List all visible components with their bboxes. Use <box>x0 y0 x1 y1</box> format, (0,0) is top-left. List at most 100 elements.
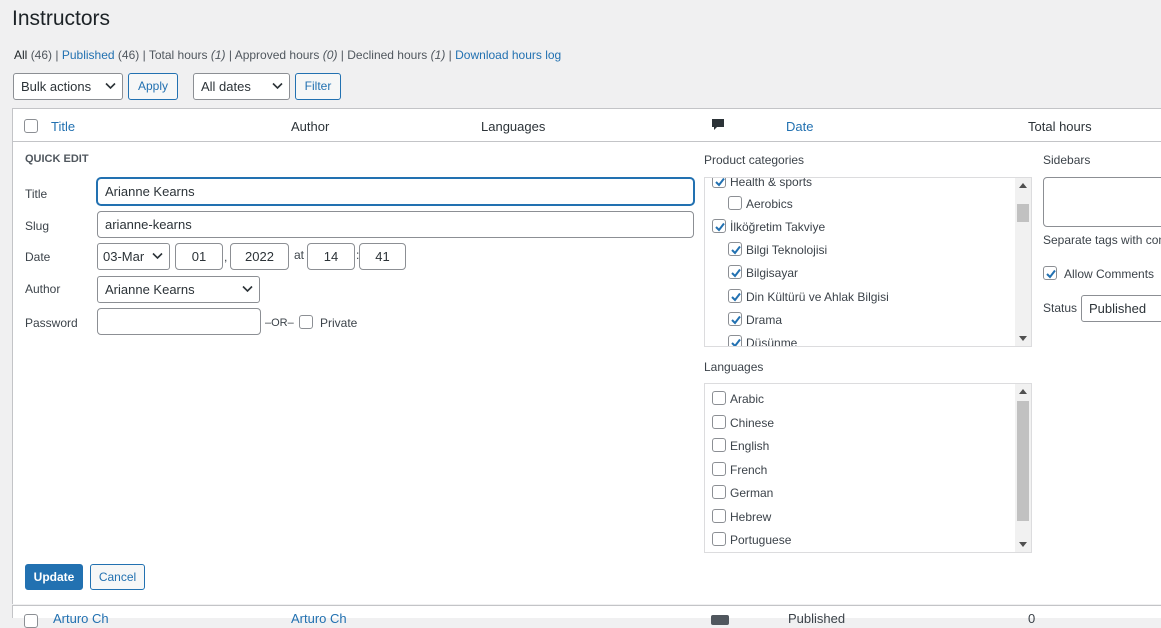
row-total-hours: 0 <box>1028 611 1036 626</box>
chevron-down-icon <box>272 82 283 90</box>
column-author: Author <box>291 119 330 134</box>
select-all-checkbox[interactable] <box>24 119 38 133</box>
item-label: French <box>730 462 768 477</box>
item-checkbox[interactable] <box>712 390 726 405</box>
scrollbar-thumb[interactable] <box>1017 204 1029 222</box>
scroll-up-icon[interactable] <box>1019 389 1027 394</box>
item-label: Drama <box>746 312 783 327</box>
author-label: Author <box>25 282 61 296</box>
checkmark-icon <box>731 338 741 346</box>
view-published-link[interactable]: Published (46) <box>62 48 139 62</box>
view-total-hours[interactable]: Total hours (1) <box>149 48 226 62</box>
list-item[interactable]: Arabic <box>712 390 765 406</box>
status-select[interactable]: Published <box>1081 295 1161 322</box>
allow-comments-label: Allow Comments <box>1064 267 1155 281</box>
day-field[interactable]: 01 <box>175 243 223 270</box>
item-checkbox[interactable] <box>728 311 742 326</box>
date-filter-select[interactable]: All dates <box>193 73 290 100</box>
month-select[interactable]: 03-Mar <box>97 243 170 270</box>
column-languages: Languages <box>481 119 546 134</box>
hour-field[interactable]: 14 <box>307 243 355 270</box>
item-checkbox[interactable] <box>728 264 742 279</box>
allow-comments-checkbox[interactable] <box>1043 266 1057 280</box>
list-item[interactable]: German <box>712 484 774 500</box>
item-checkbox[interactable] <box>728 288 742 303</box>
item-checkbox[interactable] <box>712 437 726 452</box>
minute-field[interactable]: 41 <box>359 243 406 270</box>
chevron-down-icon <box>152 252 163 260</box>
list-item[interactable]: Bilgisayar <box>728 264 798 280</box>
item-checkbox[interactable] <box>712 508 726 523</box>
apply-button[interactable]: Apply <box>128 73 178 100</box>
view-all-link[interactable]: All (46) <box>14 48 52 62</box>
checkmark-icon <box>731 268 741 278</box>
sidebars-label: Sidebars <box>1043 153 1091 167</box>
quick-edit-panel: QUICK EDIT Title Arianne Kearns Slug ari… <box>12 142 1161 604</box>
item-checkbox[interactable] <box>712 531 726 546</box>
list-item[interactable]: Drama <box>728 311 783 327</box>
scrollbar[interactable] <box>1015 384 1031 552</box>
filter-button[interactable]: Filter <box>295 73 341 100</box>
checkmark-icon <box>731 292 741 302</box>
list-item[interactable]: Health & sports <box>712 177 813 189</box>
list-item[interactable]: Düşünme <box>728 334 797 346</box>
view-declined-hours[interactable]: Declined hours (1) <box>347 48 445 62</box>
sidebars-textarea[interactable] <box>1043 177 1161 227</box>
checkmark-icon <box>1046 269 1056 279</box>
item-label: Arabic <box>730 391 765 406</box>
list-item[interactable]: English <box>712 437 769 453</box>
item-checkbox[interactable] <box>728 334 742 346</box>
item-checkbox[interactable] <box>712 461 726 476</box>
title-field[interactable]: Arianne Kearns <box>97 178 694 205</box>
item-checkbox[interactable] <box>712 484 726 499</box>
scrollbar[interactable] <box>1015 178 1031 346</box>
item-checkbox[interactable] <box>728 195 742 210</box>
password-field[interactable] <box>97 308 261 335</box>
item-label: Portuguese <box>730 532 792 547</box>
view-approved-hours[interactable]: Approved hours (0) <box>235 48 338 62</box>
scroll-down-icon[interactable] <box>1019 542 1027 547</box>
list-item[interactable]: French <box>712 461 768 477</box>
cancel-button[interactable]: Cancel <box>90 564 145 590</box>
list-item[interactable]: Chinese <box>712 414 774 430</box>
or-label: –OR– <box>265 317 294 329</box>
table-header: Title Author Languages Date Total hours <box>12 108 1161 142</box>
row-checkbox[interactable] <box>24 614 38 628</box>
item-checkbox[interactable] <box>728 241 742 256</box>
item-checkbox[interactable] <box>712 218 726 233</box>
at-label: at <box>294 248 305 262</box>
list-item[interactable]: Din Kültürü ve Ahlak Bilgisi <box>728 288 889 304</box>
bulk-actions-select[interactable]: Bulk actions <box>13 73 123 100</box>
list-item[interactable]: İlköğretim Takviye <box>712 218 825 234</box>
row-title-link[interactable]: Arturo Ch <box>53 611 109 626</box>
item-checkbox[interactable] <box>712 414 726 429</box>
scroll-down-icon[interactable] <box>1019 336 1027 341</box>
product-categories-label: Product categories <box>704 153 805 167</box>
item-label: Health & sports <box>730 177 813 189</box>
slug-field[interactable]: arianne-kearns <box>97 211 694 238</box>
list-item[interactable]: Bilgi Teknolojisi <box>728 241 828 257</box>
private-checkbox[interactable] <box>299 315 313 329</box>
column-date[interactable]: Date <box>786 119 813 134</box>
row-author-link[interactable]: Arturo Ch <box>291 611 347 626</box>
scrollbar-thumb[interactable] <box>1017 401 1029 521</box>
column-title[interactable]: Title <box>51 119 75 134</box>
year-field[interactable]: 2022 <box>230 243 289 270</box>
list-item[interactable]: Aerobics <box>728 195 793 211</box>
scroll-up-icon[interactable] <box>1019 183 1027 188</box>
checkmark-icon <box>731 245 741 255</box>
item-label: Hebrew <box>730 509 772 524</box>
update-button[interactable]: Update <box>25 564 83 590</box>
item-label: German <box>730 485 774 500</box>
item-label: Bilgi Teknolojisi <box>746 242 828 257</box>
list-item[interactable]: Portuguese <box>712 531 792 547</box>
download-hours-log-link[interactable]: Download hours log <box>455 48 561 62</box>
password-label: Password <box>25 316 78 330</box>
comment-count-icon <box>711 615 729 625</box>
item-checkbox[interactable] <box>712 178 726 188</box>
item-label: Din Kültürü ve Ahlak Bilgisi <box>746 289 889 304</box>
checkmark-icon <box>731 315 741 325</box>
list-item[interactable]: Hebrew <box>712 508 772 524</box>
author-select[interactable]: Arianne Kearns <box>97 276 260 303</box>
comment-icon <box>712 119 724 130</box>
